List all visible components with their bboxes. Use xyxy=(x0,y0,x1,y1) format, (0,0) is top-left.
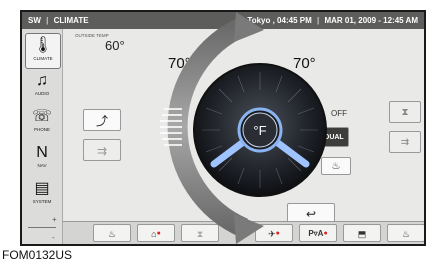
unit-label: °F xyxy=(253,123,266,138)
figure-caption: FOM0132US xyxy=(2,248,73,262)
dial-overlay: °F xyxy=(160,12,327,244)
climate-screen: SW | CLIMATE Tokyo , 04:45 PM | MAR 01, … xyxy=(20,10,426,246)
